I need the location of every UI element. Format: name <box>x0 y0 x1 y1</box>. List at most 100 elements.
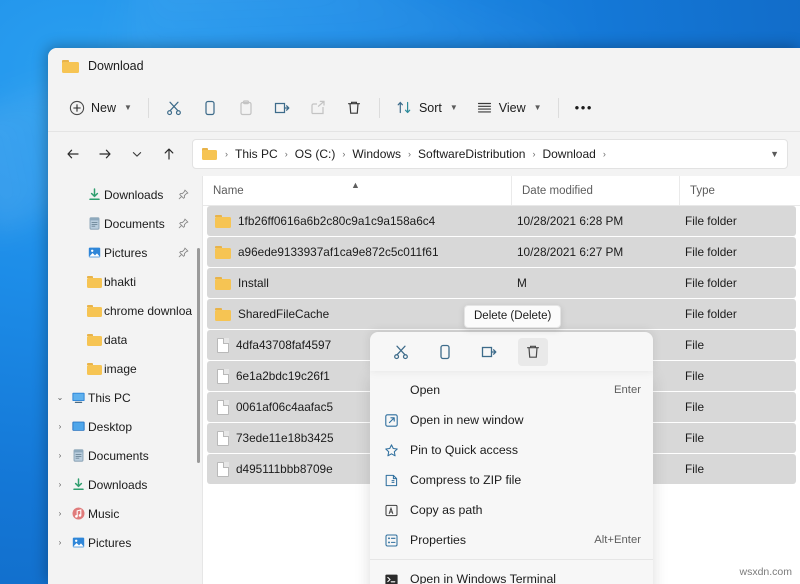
sort-button[interactable]: Sort ▼ <box>387 92 467 124</box>
menu-item-open-in-new-window[interactable]: Open in new window <box>370 405 653 435</box>
file-explorer-window: Download New ▼ <box>48 48 800 584</box>
ellipsis-icon: ••• <box>575 100 593 115</box>
sidebar-item-label: Documents <box>104 217 165 231</box>
cell-date-modified: M <box>511 276 679 290</box>
file-name-label: a96ede9133937af1ca9e872c5c011f61 <box>238 245 439 259</box>
breadcrumb-windows[interactable]: Windows <box>348 145 405 163</box>
pin-icon[interactable] <box>178 218 189 232</box>
folder-icon <box>84 363 104 375</box>
chevron-icon[interactable]: ⌄ <box>52 393 68 402</box>
sort-button-label: Sort <box>419 101 442 115</box>
sidebar-item-label: Documents <box>88 449 149 463</box>
breadcrumb-os-c[interactable]: OS (C:) <box>291 145 340 163</box>
sidebar-item-data[interactable]: data <box>48 325 203 354</box>
address-bar[interactable]: › This PC › OS (C:) › Windows › Software… <box>192 139 788 169</box>
menu-item-open[interactable]: OpenEnter <box>370 375 653 405</box>
address-dropdown-icon[interactable]: ▼ <box>764 149 779 159</box>
sidebar-item-chrome-downloa[interactable]: chrome downloa <box>48 296 203 325</box>
watermark: wsxdn.com <box>739 566 792 578</box>
breadcrumb-download[interactable]: Download <box>538 145 599 163</box>
view-button[interactable]: View ▼ <box>467 92 551 124</box>
breadcrumb-separator: › <box>283 149 290 159</box>
file-name-label: SharedFileCache <box>238 307 329 321</box>
back-button[interactable] <box>58 139 88 169</box>
sidebar-item-bhakti[interactable]: bhakti <box>48 267 203 296</box>
pin-icon[interactable] <box>178 247 189 261</box>
downloads-icon <box>84 187 104 202</box>
sidebar-item-label: Pictures <box>104 246 147 260</box>
rename-button[interactable] <box>264 92 300 124</box>
column-header-type-label: Type <box>690 185 715 197</box>
copy-button[interactable] <box>192 92 228 124</box>
breadcrumb-softwaredistribution[interactable]: SoftwareDistribution <box>414 145 529 163</box>
table-row[interactable]: a96ede9133937af1ca9e872c5c011f61 10/28/20… <box>207 237 796 267</box>
file-name-label: 73ede11e18b3425 <box>236 431 334 445</box>
cell-name: 1fb26ff0616a6b2c80c9a1c9a158a6c4 <box>207 214 511 228</box>
star-icon <box>384 443 410 458</box>
sidebar-item-documents[interactable]: Documents <box>48 209 203 238</box>
cell-date-modified: 10/28/2021 6:27 PM <box>511 245 679 259</box>
sidebar-item-label: image <box>104 362 137 376</box>
menu-item-open-in-windows-terminal[interactable]: Open in Windows Terminal <box>370 564 653 584</box>
documents-icon <box>68 448 88 463</box>
column-header-name[interactable]: Name ▲ <box>203 176 511 205</box>
minibar-rename-button[interactable] <box>474 338 504 366</box>
sidebar-item-music[interactable]: ›Music <box>48 499 203 528</box>
menu-item-pin-to-quick-access[interactable]: Pin to Quick access <box>370 435 653 465</box>
navigation-bar: › This PC › OS (C:) › Windows › Software… <box>48 132 800 176</box>
sidebar-item-image[interactable]: image <box>48 354 203 383</box>
new-button[interactable]: New ▼ <box>60 92 141 124</box>
cut-button[interactable] <box>156 92 192 124</box>
sidebar-scrollbar[interactable] <box>197 248 200 463</box>
breadcrumb-this-pc[interactable]: This PC <box>231 145 282 163</box>
sidebar-item-label: Downloads <box>104 188 163 202</box>
cell-type: File folder <box>679 214 796 228</box>
paste-button[interactable] <box>228 92 264 124</box>
see-more-button[interactable]: ••• <box>566 92 602 124</box>
sidebar-item-label: bhakti <box>104 275 136 289</box>
pin-icon[interactable] <box>178 189 189 203</box>
chevron-icon[interactable]: › <box>52 509 68 518</box>
forward-button[interactable] <box>90 139 120 169</box>
sidebar-item-desktop[interactable]: ›Desktop <box>48 412 203 441</box>
menu-item-accelerator: Alt+Enter <box>594 534 641 546</box>
menu-item-compress-to-zip-file[interactable]: Compress to ZIP file <box>370 465 653 495</box>
menu-item-label: Pin to Quick access <box>410 443 641 457</box>
cell-name: Install <box>207 276 511 290</box>
sidebar-item-pictures[interactable]: ›Pictures <box>48 528 203 557</box>
recent-locations-button[interactable] <box>122 139 152 169</box>
folder-icon <box>215 246 231 259</box>
new-button-label: New <box>91 101 116 115</box>
sidebar-item-downloads[interactable]: ›Downloads <box>48 470 203 499</box>
chevron-icon[interactable]: › <box>52 422 68 431</box>
delete-button[interactable] <box>336 92 372 124</box>
sidebar-item-this-pc[interactable]: ⌄This PC <box>48 383 203 412</box>
minibar-cut-button[interactable] <box>386 338 416 366</box>
file-icon <box>217 338 229 353</box>
sidebar-item-label: data <box>104 333 127 347</box>
folder-icon <box>215 215 231 228</box>
scissors-icon <box>165 99 183 117</box>
minibar-delete-button[interactable] <box>518 338 548 366</box>
menu-item-properties[interactable]: PropertiesAlt+Enter <box>370 525 653 555</box>
cell-name: a96ede9133937af1ca9e872c5c011f61 <box>207 245 511 259</box>
menu-item-label: Open in Windows Terminal <box>410 572 641 584</box>
sort-icon <box>396 99 413 116</box>
share-icon <box>309 99 327 117</box>
up-button[interactable] <box>154 139 184 169</box>
share-button[interactable] <box>300 92 336 124</box>
sidebar-item-documents[interactable]: › Documents <box>48 441 203 470</box>
column-header-name-label: Name <box>213 185 244 197</box>
table-row[interactable]: InstallMFile folder <box>207 268 796 298</box>
chevron-icon[interactable]: › <box>52 480 68 489</box>
menu-item-copy-as-path[interactable]: Copy as path <box>370 495 653 525</box>
sidebar-item-pictures[interactable]: Pictures <box>48 238 203 267</box>
column-header-type[interactable]: Type <box>679 176 800 205</box>
table-row[interactable]: 1fb26ff0616a6b2c80c9a1c9a158a6c410/28/20… <box>207 206 796 236</box>
column-header-date-modified[interactable]: Date modified <box>511 176 679 205</box>
chevron-icon[interactable]: › <box>52 538 68 547</box>
chevron-icon[interactable]: › <box>52 451 68 460</box>
sidebar-item-downloads[interactable]: Downloads <box>48 180 203 209</box>
chevron-down-icon: ▼ <box>124 103 132 112</box>
minibar-copy-button[interactable] <box>430 338 460 366</box>
